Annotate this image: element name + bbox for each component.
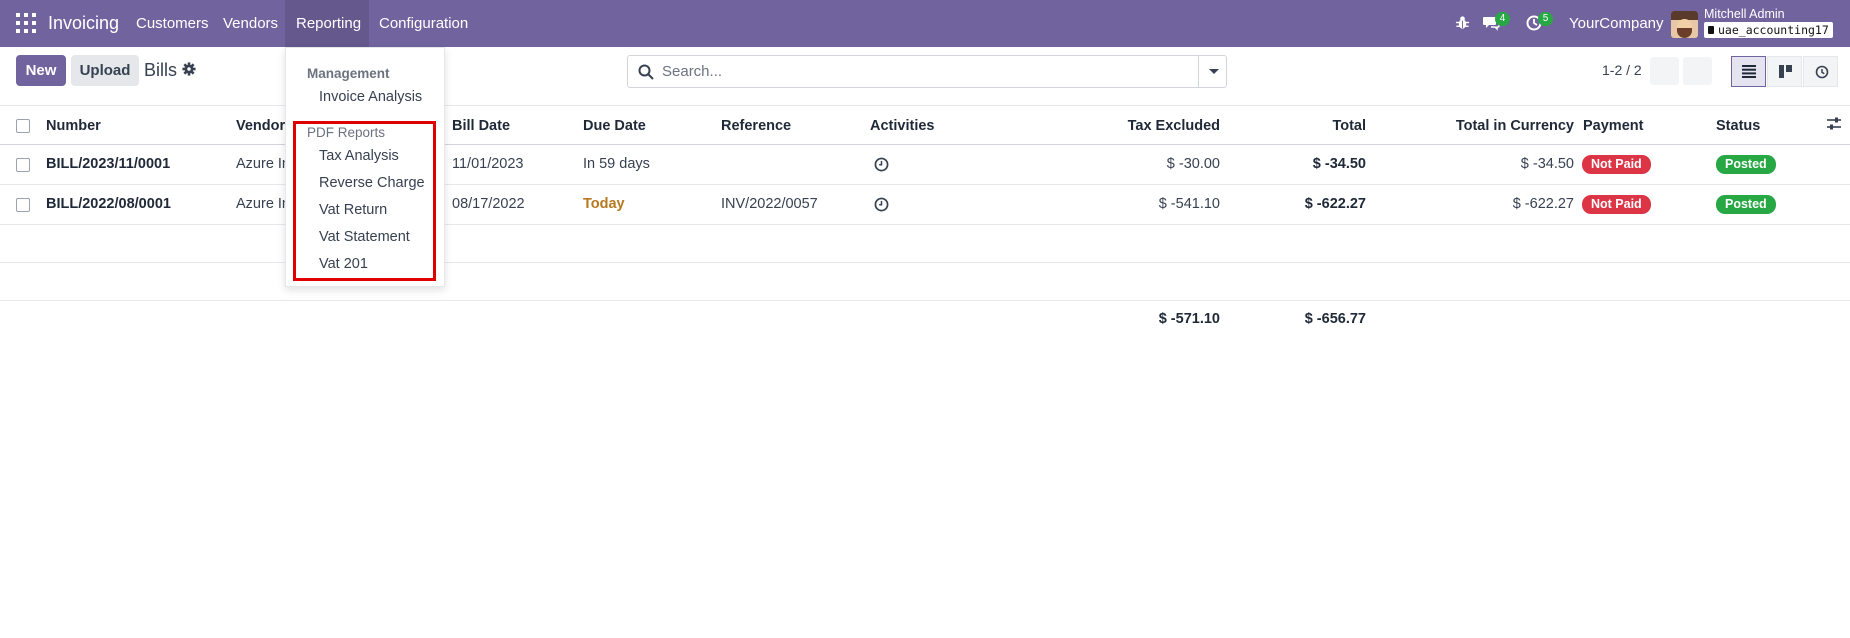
- search-bar: [627, 55, 1227, 88]
- list-view-button[interactable]: [1731, 56, 1766, 87]
- page-title: Bills: [144, 60, 178, 80]
- upload-button[interactable]: Upload: [71, 55, 139, 86]
- new-button[interactable]: New: [16, 55, 66, 86]
- messages-count-badge: 4: [1495, 12, 1510, 26]
- debug-bug-icon[interactable]: [1455, 15, 1470, 30]
- empty-row: [0, 263, 1850, 301]
- database-name: uae_accounting17: [1704, 22, 1833, 38]
- menu-item-invoice-analysis[interactable]: Invoice Analysis: [319, 89, 422, 105]
- column-header-due-date[interactable]: Due Date: [583, 118, 646, 134]
- column-header-total-in-currency[interactable]: Total in Currency: [1404, 118, 1574, 134]
- activities-count-badge: 5: [1538, 12, 1553, 26]
- optional-columns-sliders-icon[interactable]: [1826, 116, 1842, 132]
- menu-reporting[interactable]: Reporting: [296, 15, 361, 32]
- user-name[interactable]: Mitchell Admin: [1704, 7, 1785, 21]
- cell-tax-excluded: $ -541.10: [1158, 196, 1220, 212]
- activity-view-clock-icon: [1815, 65, 1829, 79]
- cell-total: $ -622.27: [1304, 196, 1366, 212]
- pager-previous-button[interactable]: [1650, 57, 1679, 85]
- cell-due-date: Today: [583, 196, 625, 212]
- pager-next-button[interactable]: [1683, 57, 1712, 85]
- cell-bill-date: 11/01/2023: [452, 156, 524, 172]
- activity-clock-icon[interactable]: [874, 157, 889, 172]
- row-checkbox[interactable]: [16, 198, 30, 212]
- table-row[interactable]: BILL/2023/11/0001 Azure In 11/01/2023 In…: [0, 145, 1850, 185]
- cell-vendor: Azure In: [236, 156, 290, 172]
- select-all-checkbox[interactable]: [16, 119, 30, 133]
- cell-vendor: Azure In: [236, 196, 290, 212]
- column-header-activities[interactable]: Activities: [870, 118, 934, 134]
- menu-customers[interactable]: Customers: [136, 15, 209, 32]
- company-switcher[interactable]: YourCompany: [1569, 15, 1664, 32]
- activity-view-button[interactable]: [1803, 56, 1838, 87]
- database-label: uae_accounting17: [1718, 23, 1829, 37]
- pager-value[interactable]: 1-2 / 2: [1602, 62, 1642, 78]
- column-header-status[interactable]: Status: [1716, 118, 1760, 134]
- cell-total-in-currency: $ -622.27: [1512, 196, 1574, 212]
- column-header-bill-date[interactable]: Bill Date: [452, 118, 510, 134]
- cell-due-date: In 59 days: [583, 156, 650, 172]
- row-checkbox[interactable]: [16, 158, 30, 172]
- pdf-reports-highlight-box: [293, 121, 436, 281]
- cell-total: $ -34.50: [1312, 156, 1366, 172]
- column-header-total[interactable]: Total: [1226, 118, 1366, 134]
- payment-status-badge: Not Paid: [1582, 155, 1651, 174]
- kanban-view-icon: [1779, 65, 1792, 78]
- search-input[interactable]: [662, 60, 1202, 83]
- apps-grid-icon[interactable]: [14, 11, 38, 35]
- chevron-down-icon: [1209, 69, 1219, 74]
- column-header-number[interactable]: Number: [46, 118, 101, 134]
- cell-reference: INV/2022/0057: [721, 196, 818, 212]
- payment-status-badge: Not Paid: [1582, 195, 1651, 214]
- status-badge: Posted: [1716, 155, 1776, 174]
- footer-total-tax-excluded: $ -571.10: [1158, 311, 1220, 327]
- cell-number: BILL/2022/08/0001: [46, 196, 171, 212]
- gear-icon[interactable]: [182, 62, 196, 76]
- app-name[interactable]: Invoicing: [48, 13, 119, 34]
- column-header-vendor[interactable]: Vendor: [236, 118, 285, 134]
- database-icon: [1708, 26, 1714, 34]
- cell-bill-date: 08/17/2022: [452, 196, 525, 212]
- top-navbar: Invoicing Customers Vendors Reporting Co…: [0, 0, 1850, 47]
- dropdown-section-management: Management: [307, 66, 390, 81]
- cell-tax-excluded: $ -30.00: [1166, 156, 1220, 172]
- menu-configuration[interactable]: Configuration: [379, 15, 468, 32]
- cell-number: BILL/2023/11/0001: [46, 156, 171, 172]
- search-options-toggle[interactable]: [1198, 55, 1227, 88]
- status-badge: Posted: [1716, 195, 1776, 214]
- column-header-payment[interactable]: Payment: [1583, 118, 1643, 134]
- menu-vendors[interactable]: Vendors: [223, 15, 278, 32]
- footer-total: $ -656.77: [1304, 311, 1366, 327]
- search-icon: [638, 64, 654, 80]
- table-row[interactable]: BILL/2022/08/0001 Azure In 08/17/2022 To…: [0, 185, 1850, 225]
- column-header-reference[interactable]: Reference: [721, 118, 791, 134]
- activity-clock-icon[interactable]: [874, 197, 889, 212]
- table-header: Number Vendor Bill Date Due Date Referen…: [0, 105, 1850, 145]
- kanban-view-button[interactable]: [1767, 56, 1802, 87]
- list-view-icon: [1742, 65, 1756, 78]
- column-header-tax-excluded[interactable]: Tax Excluded: [1080, 118, 1220, 134]
- empty-row: [0, 225, 1850, 263]
- cell-total-in-currency: $ -34.50: [1520, 156, 1574, 172]
- user-avatar[interactable]: [1671, 11, 1698, 38]
